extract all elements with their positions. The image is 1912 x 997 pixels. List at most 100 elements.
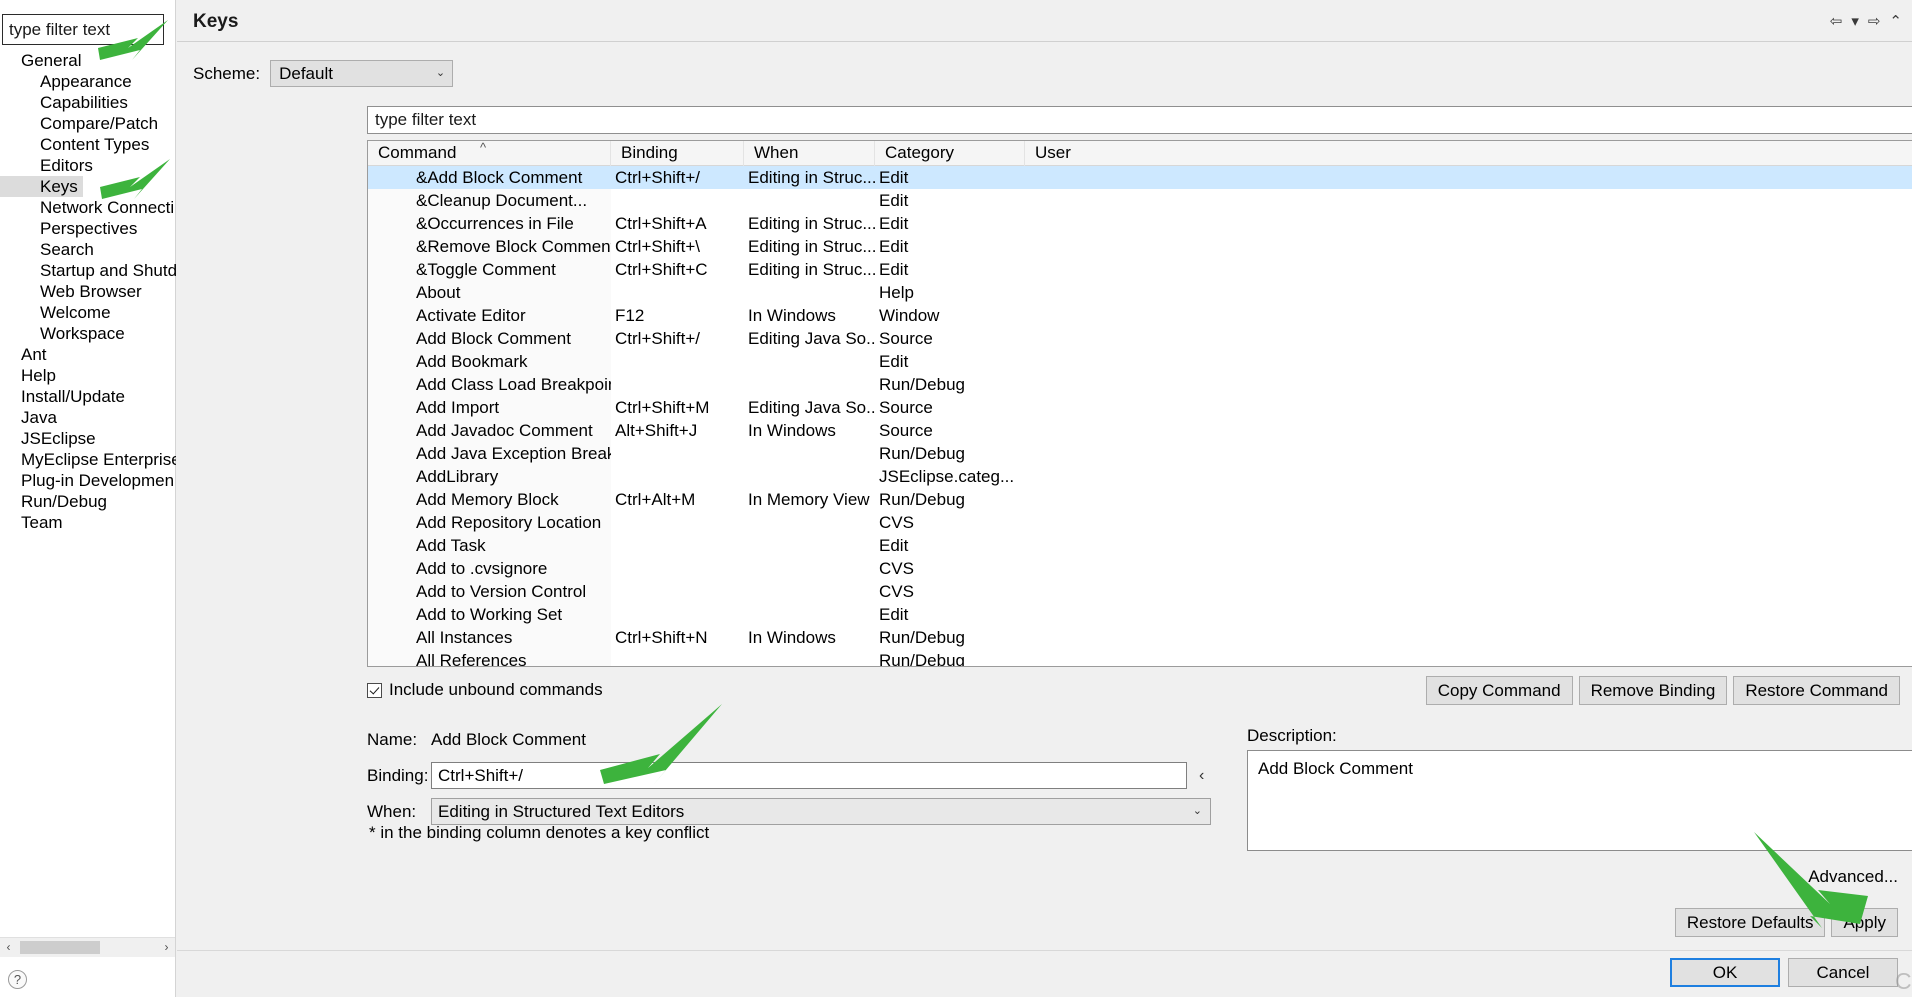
table-row[interactable]: &Remove Block Comment Ctrl+Shift+\ Editing… [368,235,1912,258]
sidebar-item-content-types[interactable]: Content Types [0,134,176,155]
sidebar-item-team[interactable]: Team [0,512,176,533]
description-textarea[interactable]: Add Block Comment ▲ ▼ [1247,750,1912,851]
cell-category: Run/Debug [879,375,966,394]
scroll-right-icon[interactable]: › [158,938,175,957]
cell-binding: Ctrl+Shift+N [615,628,708,647]
cell-binding [611,603,744,626]
cell-binding [611,534,744,557]
cell-user [1025,419,1912,442]
table-row[interactable]: Add to .cvsignore CVS [368,557,1912,580]
button-restore-defaults[interactable]: Restore Defaults [1674,908,1826,937]
help-icon[interactable]: ? [8,970,27,989]
sidebar-item-general[interactable]: General [0,50,176,71]
cell-command: &Toggle Comment [368,258,611,281]
column-header-command[interactable]: Command ^ [368,141,611,166]
keys-table: Command ^ Binding When Category User &Ad… [367,140,1912,667]
binding-expand-icon[interactable]: ‹ [1199,767,1204,785]
dropdown-icon[interactable]: ▾ [1851,12,1859,30]
table-row[interactable]: Add Repository Location CVS [368,511,1912,534]
cell-user [1025,511,1912,534]
table-row[interactable]: About Help [368,281,1912,304]
table-row[interactable]: All Instances Ctrl+Shift+N In Windows Run/D… [368,626,1912,649]
sidebar-horizontal-scrollbar[interactable]: ‹ › [0,937,175,957]
sidebar-item-plug-in-developmen[interactable]: Plug-in Developmen [0,470,176,491]
sidebar-item-jseclipse[interactable]: JSEclipse [0,428,176,449]
collapse-icon[interactable]: ⌃ [1889,12,1902,30]
sidebar-item-editors[interactable]: Editors [0,155,176,176]
cell-when [744,189,875,212]
cell-user [1025,534,1912,557]
cell-command: Add Class Load Breakpoint [368,373,611,396]
table-row[interactable]: Add Class Load Breakpoint Run/Debug [368,373,1912,396]
button-remove-binding[interactable]: Remove Binding [1578,676,1728,705]
sidebar-item-help[interactable]: Help [0,365,176,386]
sidebar-filter-input[interactable]: type filter text [2,14,164,45]
column-header-category[interactable]: Category [875,141,1025,166]
scheme-select[interactable]: Default ⌄ [270,60,454,87]
when-select[interactable]: Editing in Structured Text Editors ⌄ [431,798,1211,825]
button-ok[interactable]: OK [1670,958,1780,987]
cell-category: JSEclipse.categ... [879,467,1015,486]
cell-when [744,511,875,534]
description-text: Add Block Comment [1258,759,1413,778]
back-arrow-icon[interactable]: ⇦ [1830,12,1843,30]
button-restore-command[interactable]: Restore Command [1733,676,1900,705]
sidebar-item-perspectives[interactable]: Perspectives [0,218,176,239]
column-header-when[interactable]: When [744,141,875,166]
cell-binding [611,442,744,465]
cell-user [1025,442,1912,465]
sidebar-item-keys[interactable]: Keys [0,176,83,197]
table-row[interactable]: &Cleanup Document... Edit [368,189,1912,212]
table-row[interactable]: AddLibrary JSEclipse.categ... [368,465,1912,488]
sidebar-item-myeclipse-enterprise[interactable]: MyEclipse Enterprise [0,449,176,470]
sidebar-item-appearance[interactable]: Appearance [0,71,176,92]
sidebar-item-java[interactable]: Java [0,407,176,428]
table-row[interactable]: Activate Editor F12 In Windows Window [368,304,1912,327]
binding-input[interactable]: Ctrl+Shift+/ [431,762,1187,789]
cell-category: Source [879,398,933,417]
forward-arrow-icon[interactable]: ⇨ [1868,12,1881,30]
column-header-binding[interactable]: Binding [611,141,744,166]
cell-user [1025,626,1912,649]
name-row: Name: Add Block Comment [367,726,1217,753]
sidebar-item-capabilities[interactable]: Capabilities [0,92,176,113]
when-label: When: [367,801,417,821]
table-row[interactable]: &Add Block Comment Ctrl+Shift+/ Editing in… [368,166,1912,189]
sidebar-item-ant[interactable]: Ant [0,344,176,365]
keys-preference-page: Keys ⇦ ▾ ⇨ ⌃ Scheme: Default ⌄ type filt… [177,0,1912,997]
table-row[interactable]: Add to Version Control CVS [368,580,1912,603]
sidebar-item-welcome[interactable]: Welcome [0,302,176,323]
sidebar-item-compare-patch[interactable]: Compare/Patch [0,113,176,134]
sidebar-item-startup-and-shutd[interactable]: Startup and Shutd [0,260,176,281]
button-copy-command[interactable]: Copy Command [1425,676,1573,705]
include-unbound-commands-checkbox-row[interactable]: Include unbound commands [367,680,603,700]
table-row[interactable]: Add Task Edit [368,534,1912,557]
page-title: Keys [193,11,239,32]
table-row[interactable]: Add Bookmark Edit [368,350,1912,373]
table-row[interactable]: Add Import Ctrl+Shift+M Editing Java So...… [368,396,1912,419]
include-unbound-commands-checkbox[interactable] [367,682,382,698]
sidebar-item-run-debug[interactable]: Run/Debug [0,491,176,512]
sidebar-item-network-connecti[interactable]: Network Connecti [0,197,176,218]
table-body: &Add Block Comment Ctrl+Shift+/ Editing in… [368,166,1912,666]
table-row[interactable]: Add to Working Set Edit [368,603,1912,626]
advanced-link[interactable]: Advanced... [1808,867,1898,887]
column-header-user[interactable]: User [1025,141,1912,166]
table-row[interactable]: Add Java Exception Breakpo Run/Debug [368,442,1912,465]
scrollbar-thumb[interactable] [20,941,100,954]
table-row[interactable]: Add Memory Block Ctrl+Alt+M In Memory View… [368,488,1912,511]
table-row[interactable]: All References Run/Debug [368,649,1912,666]
table-row[interactable]: Add Javadoc Comment Alt+Shift+J In Windows… [368,419,1912,442]
sidebar-item-web-browser[interactable]: Web Browser [0,281,176,302]
table-row[interactable]: &Occurrences in File Ctrl+Shift+A Editing … [368,212,1912,235]
table-row[interactable]: Add Block Comment Ctrl+Shift+/ Editing Jav… [368,327,1912,350]
button-cancel[interactable]: Cancel [1788,958,1898,987]
sidebar-item-workspace[interactable]: Workspace [0,323,176,344]
cell-binding: Ctrl+Alt+M [615,490,696,509]
sidebar-item-search[interactable]: Search [0,239,176,260]
scroll-left-icon[interactable]: ‹ [0,938,17,957]
keys-filter-input[interactable]: type filter text [367,106,1912,134]
button-apply[interactable]: Apply [1831,908,1898,937]
sidebar-item-install-update[interactable]: Install/Update [0,386,176,407]
table-row[interactable]: &Toggle Comment Ctrl+Shift+C Editing in St… [368,258,1912,281]
